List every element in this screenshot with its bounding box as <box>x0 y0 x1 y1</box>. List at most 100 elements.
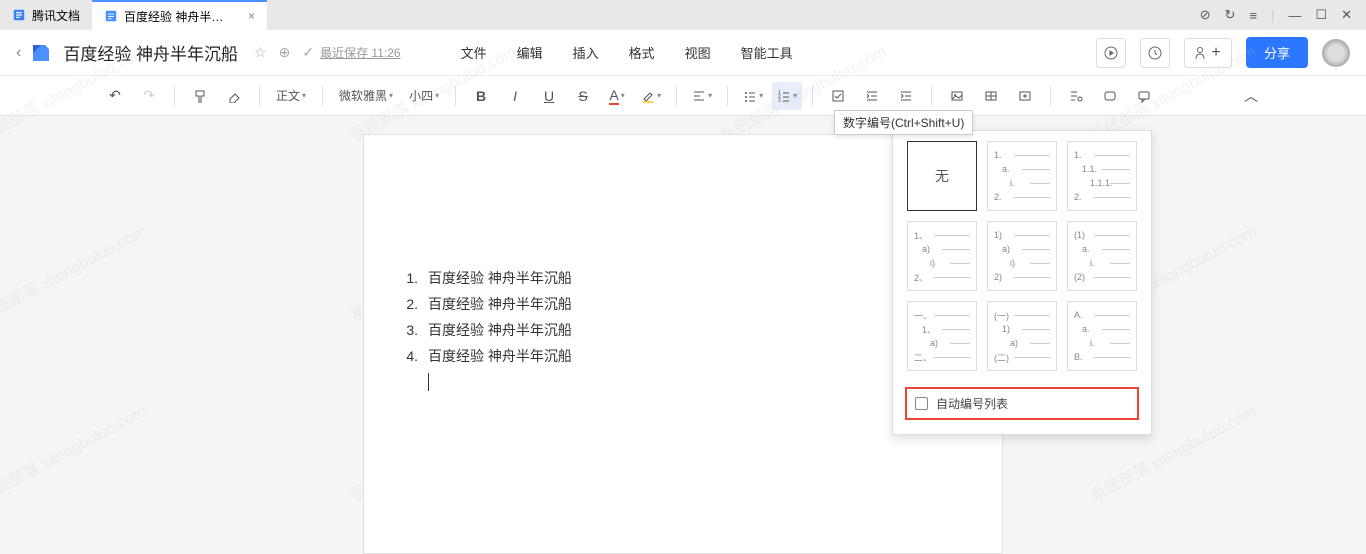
menu-smart-tools[interactable]: 智能工具 <box>741 43 793 62</box>
save-status[interactable]: 最近保存 11:26 <box>320 44 400 61</box>
clear-format-button[interactable] <box>219 82 249 110</box>
numbering-option-none[interactable]: 无 <box>907 141 977 211</box>
comment-icon <box>1137 89 1151 103</box>
align-left-icon <box>692 89 706 103</box>
highlight-color-button[interactable] <box>636 82 666 110</box>
minimize-icon[interactable]: — <box>1288 8 1301 23</box>
align-button[interactable] <box>687 82 717 110</box>
list-number: 3. <box>394 317 418 343</box>
formatting-toolbar: ↶ ↷ 正文 微软雅黑 小四 B I U S A 123 ︿ <box>0 76 1366 116</box>
insert-image-button[interactable] <box>942 82 972 110</box>
outdent-icon <box>865 89 879 103</box>
strikethrough-button[interactable]: S <box>568 82 598 110</box>
code-block-button[interactable] <box>1095 82 1125 110</box>
window-titlebar: 腾讯文档 百度经验 神舟半年沉船 × ⊘ ↻ ≡ | — ☐ ✕ <box>0 0 1366 30</box>
italic-button[interactable]: I <box>500 82 530 110</box>
list-number: 1. <box>394 265 418 291</box>
menubar: 文件 编辑 插入 格式 视图 智能工具 <box>461 43 793 62</box>
refresh-icon[interactable]: ↻ <box>1225 7 1236 23</box>
numbering-option[interactable]: 1.1.1.1.1.1.2. <box>1067 141 1137 211</box>
doc-icon <box>104 9 118 23</box>
menu-edit[interactable]: 编辑 <box>517 43 543 62</box>
bulleted-list-button[interactable] <box>738 82 768 110</box>
redo-button[interactable]: ↷ <box>134 82 164 110</box>
list-item[interactable]: 2. 百度经验 神舟半年沉船 <box>394 291 972 317</box>
eraser-icon <box>227 89 241 103</box>
insert-table-button[interactable] <box>976 82 1006 110</box>
header-right-controls: + 分享 <box>1096 37 1350 68</box>
numbering-option[interactable]: 一、1、a)二、 <box>907 301 977 371</box>
invite-button[interactable]: + <box>1184 38 1232 68</box>
list-item[interactable]: 1.百度经验 神舟半年沉船 <box>394 265 972 291</box>
menu-file[interactable]: 文件 <box>461 43 487 62</box>
app-logo-icon <box>29 41 53 65</box>
share-button[interactable]: 分享 <box>1246 37 1308 68</box>
bold-button[interactable]: B <box>466 82 496 110</box>
play-button[interactable] <box>1096 38 1126 68</box>
collapse-toolbar-button[interactable]: ︿ <box>1236 82 1266 110</box>
block-icon[interactable]: ⊘ <box>1200 7 1211 23</box>
checklist-button[interactable] <box>823 82 853 110</box>
plus-box-icon <box>1018 89 1032 103</box>
list-item[interactable]: 3.百度经验 神舟半年沉船 <box>394 317 972 343</box>
tab-home[interactable]: 腾讯文档 <box>0 0 92 30</box>
numbering-option[interactable]: (1)a.i.(2) <box>1067 221 1137 291</box>
add-icon[interactable]: ⊕ <box>279 44 291 61</box>
numbering-option[interactable]: A.a.i.B. <box>1067 301 1137 371</box>
font-family-select[interactable]: 微软雅黑 <box>333 82 399 110</box>
window-close-icon[interactable]: ✕ <box>1341 7 1352 23</box>
indent-icon <box>899 89 913 103</box>
close-tab-icon[interactable]: × <box>248 9 255 23</box>
editor-canvas: 1.百度经验 神舟半年沉船 2.百度经验 神舟半年沉船 3.百度经验 神舟半年沉… <box>0 116 1366 500</box>
numbering-option[interactable]: 1.a.i.2. <box>987 141 1057 211</box>
maximize-icon[interactable]: ☐ <box>1315 7 1327 23</box>
menu-insert[interactable]: 插入 <box>573 43 599 62</box>
undo-button[interactable]: ↶ <box>100 82 130 110</box>
list-search-icon <box>1069 89 1083 103</box>
highlighter-icon <box>641 89 655 103</box>
find-button[interactable] <box>1061 82 1091 110</box>
tencent-docs-icon <box>12 8 26 22</box>
table-icon <box>984 89 998 103</box>
list-item[interactable]: 4. 百度经验 神舟半年沉船 <box>394 343 972 369</box>
checkbox-icon <box>915 397 928 410</box>
paragraph-style-select[interactable]: 正文 <box>270 82 312 110</box>
numbering-option[interactable]: 1、a)i)2、 <box>907 221 977 291</box>
outdent-button[interactable] <box>857 82 887 110</box>
clock-icon <box>1148 46 1162 60</box>
document-title[interactable]: 百度经验 神舟半年沉船 <box>63 40 238 65</box>
numbered-list-tooltip: 数字编号(Ctrl+Shift+U) <box>834 110 973 135</box>
brackets-icon <box>1103 89 1117 103</box>
list-text: 百度经验 神舟半年沉船 <box>428 343 572 369</box>
tab-document[interactable]: 百度经验 神舟半年沉船 × <box>92 0 267 30</box>
history-button[interactable] <box>1140 38 1170 68</box>
text-color-button[interactable]: A <box>602 82 632 110</box>
numbering-option[interactable]: (一)1)a)(二) <box>987 301 1057 371</box>
numbering-options-grid: 无 1.a.i.2. 1.1.1.1.1.1.2. 1、a)i)2、 1)a)i… <box>893 141 1151 381</box>
window-controls: ⊘ ↻ ≡ | — ☐ ✕ <box>1200 7 1366 23</box>
menu-view[interactable]: 视图 <box>685 43 711 62</box>
format-paint-button[interactable] <box>185 82 215 110</box>
tab-home-label: 腾讯文档 <box>32 7 80 24</box>
comment-button[interactable] <box>1129 82 1159 110</box>
saved-check-icon: ✓ <box>302 44 314 61</box>
svg-text:3: 3 <box>778 98 781 103</box>
insert-media-button[interactable] <box>1010 82 1040 110</box>
indent-button[interactable] <box>891 82 921 110</box>
numbering-option[interactable]: 1)a)i)2) <box>987 221 1057 291</box>
back-icon[interactable]: ‹ <box>16 44 21 62</box>
underline-button[interactable]: U <box>534 82 564 110</box>
list-text: 百度经验 神舟半年沉船 <box>428 291 572 317</box>
star-icon[interactable]: ☆ <box>254 44 267 61</box>
list-number: 2. <box>394 291 418 317</box>
auto-number-checkbox[interactable]: 自动编号列表 <box>905 387 1139 420</box>
person-icon <box>1195 46 1209 60</box>
list-number: 4. <box>394 343 418 369</box>
menu-icon[interactable]: ≡ <box>1249 8 1257 23</box>
numbered-list-button[interactable]: 123 <box>772 82 802 110</box>
font-size-select[interactable]: 小四 <box>403 82 445 110</box>
numbered-list-dropdown: 无 1.a.i.2. 1.1.1.1.1.1.2. 1、a)i)2、 1)a)i… <box>892 130 1152 435</box>
auto-number-label: 自动编号列表 <box>936 395 1008 412</box>
user-avatar[interactable] <box>1322 39 1350 67</box>
menu-format[interactable]: 格式 <box>629 43 655 62</box>
